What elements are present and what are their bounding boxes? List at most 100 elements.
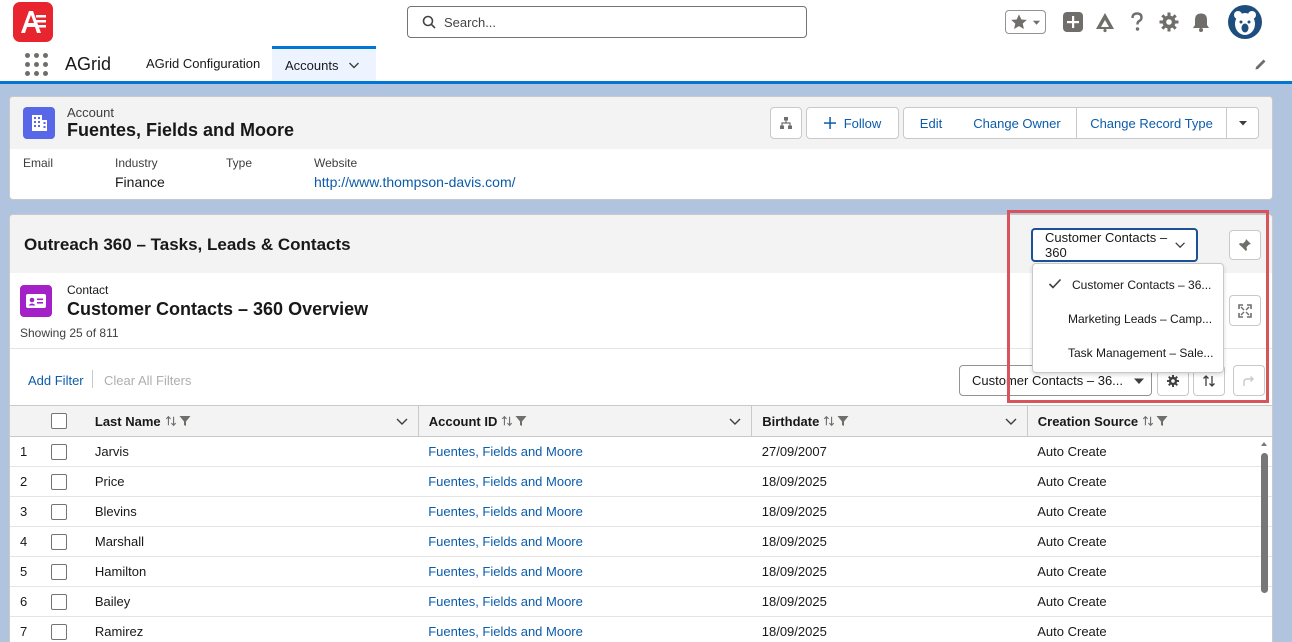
- user-avatar[interactable]: [1228, 5, 1262, 39]
- search-input[interactable]: [444, 14, 784, 30]
- cell-birthdate[interactable]: 18/09/2025: [751, 616, 1028, 642]
- grid-scrollbar[interactable]: [1258, 440, 1270, 642]
- global-header: [0, 0, 1292, 46]
- field-industry: Industry Finance: [115, 156, 165, 190]
- column-label: Account ID: [428, 413, 498, 429]
- cell-birthdate[interactable]: 27/09/2007: [751, 436, 1028, 467]
- more-actions-button[interactable]: [1226, 107, 1259, 139]
- sort-icon[interactable]: [165, 415, 177, 427]
- table-row[interactable]: 6 Bailey Fuentes, Fields and Moore 18/09…: [10, 586, 1272, 617]
- filter-icon[interactable]: [179, 415, 191, 427]
- clear-filters-link[interactable]: Clear All Filters: [104, 373, 191, 388]
- tab-agrid-configuration[interactable]: AGrid Configuration: [146, 46, 260, 81]
- cell-account-link[interactable]: Fuentes, Fields and Moore: [418, 556, 752, 587]
- setup-button[interactable]: [1158, 11, 1180, 33]
- chevron-down-icon[interactable]: [348, 59, 360, 71]
- cell-creation-source[interactable]: Auto Create: [1027, 526, 1272, 557]
- filter-icon[interactable]: [1156, 415, 1168, 427]
- highlight-annotation: [1007, 210, 1269, 403]
- follow-button[interactable]: Follow: [806, 107, 899, 139]
- cell-birthdate[interactable]: 18/09/2025: [751, 496, 1028, 527]
- cell-birthdate[interactable]: 18/09/2025: [751, 466, 1028, 497]
- cell-creation-source[interactable]: Auto Create: [1027, 496, 1272, 527]
- row-number: 3: [10, 496, 45, 527]
- cell-account-link[interactable]: Fuentes, Fields and Moore: [418, 496, 752, 527]
- trailhead-button[interactable]: [1094, 11, 1116, 33]
- column-label: Creation Source: [1037, 413, 1139, 429]
- cell-account-link[interactable]: Fuentes, Fields and Moore: [418, 526, 752, 557]
- table-row[interactable]: 3 Blevins Fuentes, Fields and Moore 18/0…: [10, 496, 1272, 527]
- cell-creation-source[interactable]: Auto Create: [1027, 466, 1272, 497]
- cell-last-name[interactable]: Bailey: [84, 586, 419, 617]
- row-checkbox[interactable]: [50, 503, 67, 520]
- change-record-type-button[interactable]: Change Record Type: [1076, 107, 1227, 139]
- cell-last-name[interactable]: Hamilton: [84, 556, 419, 587]
- cell-birthdate[interactable]: 18/09/2025: [751, 526, 1028, 557]
- cell-creation-source[interactable]: Auto Create: [1027, 616, 1272, 642]
- sort-icon[interactable]: [1142, 415, 1154, 427]
- help-button[interactable]: [1126, 11, 1148, 33]
- chevron-down-icon[interactable]: [1005, 415, 1017, 427]
- cell-last-name[interactable]: Ramirez: [84, 616, 419, 642]
- cell-last-name[interactable]: Blevins: [84, 496, 419, 527]
- cell-creation-source[interactable]: Auto Create: [1027, 586, 1272, 617]
- app-launcher-icon[interactable]: [25, 53, 49, 77]
- cell-birthdate[interactable]: 18/09/2025: [751, 586, 1028, 617]
- select-all-checkbox[interactable]: [50, 413, 67, 430]
- row-checkbox[interactable]: [50, 623, 67, 640]
- filter-icon[interactable]: [837, 415, 849, 427]
- column-header-account-id[interactable]: Account ID: [418, 405, 753, 437]
- cell-birthdate[interactable]: 18/09/2025: [751, 556, 1028, 587]
- row-checkbox[interactable]: [50, 533, 67, 550]
- cell-account-link[interactable]: Fuentes, Fields and Moore: [418, 466, 752, 497]
- record-header: Account Fuentes, Fields and Moore Follow…: [9, 96, 1273, 200]
- chevron-down-icon[interactable]: [729, 415, 741, 427]
- logo-a-icon: [21, 11, 46, 33]
- column-header-last-name[interactable]: Last Name: [84, 405, 419, 437]
- table-row[interactable]: 4 Marshall Fuentes, Fields and Moore 18/…: [10, 526, 1272, 557]
- cell-account-link[interactable]: Fuentes, Fields and Moore: [418, 586, 752, 617]
- row-checkbox[interactable]: [50, 563, 67, 580]
- record-title: Fuentes, Fields and Moore: [67, 120, 295, 140]
- cell-account-link[interactable]: Fuentes, Fields and Moore: [418, 616, 752, 642]
- change-owner-button[interactable]: Change Owner: [958, 107, 1077, 139]
- global-search[interactable]: [407, 6, 807, 38]
- row-number: 5: [10, 556, 45, 587]
- column-header-creation-source[interactable]: Creation Source: [1027, 405, 1272, 437]
- sort-icon[interactable]: [823, 415, 835, 427]
- column-header-birthdate[interactable]: Birthdate: [751, 405, 1028, 437]
- add-filter-link[interactable]: Add Filter: [28, 373, 84, 388]
- filter-icon[interactable]: [515, 415, 527, 427]
- star-icon: [1011, 14, 1027, 30]
- notifications-button[interactable]: [1190, 11, 1212, 33]
- cell-creation-source[interactable]: Auto Create: [1027, 436, 1272, 467]
- tab-accounts[interactable]: Accounts: [272, 46, 376, 81]
- cell-creation-source[interactable]: Auto Create: [1027, 556, 1272, 587]
- table-row[interactable]: 5 Hamilton Fuentes, Fields and Moore 18/…: [10, 556, 1272, 587]
- chevron-down-icon: [1238, 121, 1247, 126]
- hierarchy-button[interactable]: [770, 107, 802, 139]
- edit-button[interactable]: Edit: [903, 107, 959, 139]
- table-row[interactable]: 2 Price Fuentes, Fields and Moore 18/09/…: [10, 466, 1272, 497]
- row-checkbox[interactable]: [50, 443, 67, 460]
- cell-last-name[interactable]: Jarvis: [84, 436, 419, 467]
- app-name: AGrid: [65, 54, 112, 74]
- chevron-down-icon[interactable]: [396, 415, 408, 427]
- website-link[interactable]: http://www.thompson-davis.com/: [314, 174, 516, 190]
- table-row[interactable]: 7 Ramirez Fuentes, Fields and Moore 18/0…: [10, 616, 1272, 642]
- scroll-thumb[interactable]: [1261, 453, 1268, 593]
- row-checkbox[interactable]: [50, 593, 67, 610]
- row-number: 7: [10, 616, 45, 642]
- favorites-button[interactable]: [1005, 10, 1046, 34]
- grid-title: Customer Contacts – 360 Overview: [67, 299, 369, 319]
- sort-icon[interactable]: [501, 415, 513, 427]
- global-actions-button[interactable]: [1062, 11, 1084, 33]
- search-icon: [422, 15, 436, 29]
- cell-last-name[interactable]: Price: [84, 466, 419, 497]
- table-row[interactable]: 1 Jarvis Fuentes, Fields and Moore 27/09…: [10, 436, 1272, 467]
- edit-nav-button[interactable]: [1254, 57, 1268, 74]
- cell-last-name[interactable]: Marshall: [84, 526, 419, 557]
- row-checkbox[interactable]: [50, 473, 67, 490]
- cell-account-link[interactable]: Fuentes, Fields and Moore: [418, 436, 752, 467]
- app-logo[interactable]: [13, 2, 53, 42]
